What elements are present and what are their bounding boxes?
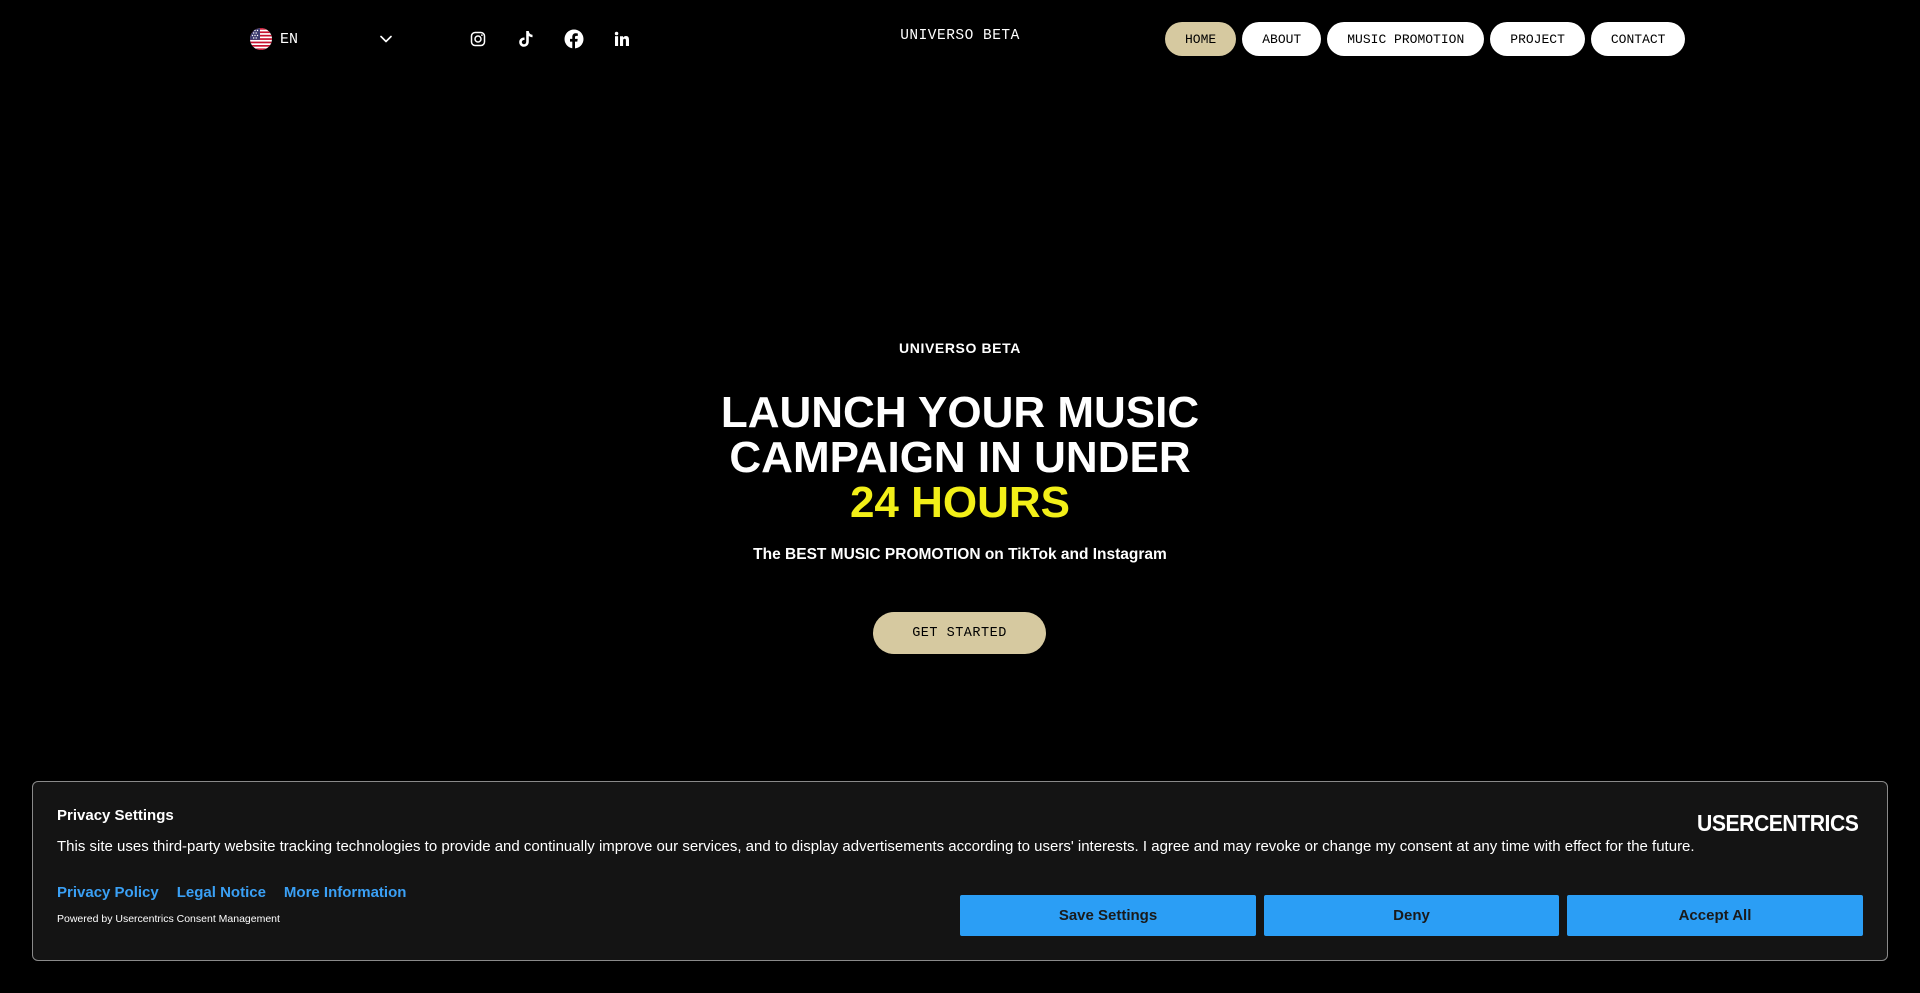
headline-line-1: LAUNCH YOUR MUSIC: [720, 388, 1200, 437]
usercentrics-logo: USERCENTRICS: [1691, 808, 1867, 838]
get-started-button[interactable]: GET STARTED: [873, 612, 1046, 654]
brand-name[interactable]: UNIVERSO BETA: [860, 28, 1060, 44]
headline-highlight: 24 HOURS: [849, 478, 1071, 527]
powered-by-text: Powered by Usercentrics Consent Manageme…: [57, 913, 280, 925]
chevron-down-icon: [378, 31, 394, 47]
nav-music-promotion[interactable]: MUSIC PROMOTION: [1327, 22, 1485, 56]
subline-bold: BEST MUSIC PROMOTION: [785, 546, 981, 563]
more-information-link[interactable]: More Information: [284, 884, 407, 901]
facebook-icon[interactable]: [562, 27, 586, 51]
nav-about[interactable]: ABOUT: [1242, 22, 1322, 56]
privacy-policy-link[interactable]: Privacy Policy: [57, 884, 159, 901]
main-nav: HOME ABOUT MUSIC PROMOTION PROJECT CONTA…: [1165, 22, 1686, 56]
social-links: [466, 27, 634, 51]
consent-text: This site uses third-party website track…: [57, 838, 1695, 855]
language-selector[interactable]: EN: [250, 27, 395, 51]
instagram-icon[interactable]: [466, 27, 490, 51]
hero-eyebrow: UNIVERSO BETA: [899, 340, 1021, 356]
hero-subline: The BEST MUSIC PROMOTION on TikTok and I…: [0, 546, 1920, 564]
language-code: EN: [280, 30, 299, 48]
deny-button[interactable]: Deny: [1264, 895, 1559, 936]
hero-headline: LAUNCH YOUR MUSIC CAMPAIGN IN UNDER 24 H…: [0, 390, 1920, 525]
consent-links: Privacy Policy Legal Notice More Informa…: [57, 884, 406, 901]
consent-title: Privacy Settings: [57, 807, 174, 824]
site-header: EN UNIVERSO BETA HOME ABOUT MUSIC PROMOT…: [0, 0, 1920, 78]
nav-project[interactable]: PROJECT: [1490, 22, 1585, 56]
subline-suffix: on TikTok and Instagram: [980, 546, 1167, 563]
subline-prefix: The: [753, 546, 786, 563]
legal-notice-link[interactable]: Legal Notice: [177, 884, 266, 901]
accept-all-button[interactable]: Accept All: [1567, 895, 1863, 936]
tiktok-icon[interactable]: [514, 27, 538, 51]
privacy-consent-banner: Privacy Settings This site uses third-pa…: [32, 781, 1888, 961]
nav-home[interactable]: HOME: [1165, 22, 1237, 56]
us-flag-icon: [250, 28, 272, 50]
nav-contact[interactable]: CONTACT: [1590, 22, 1686, 56]
save-settings-button[interactable]: Save Settings: [960, 895, 1256, 936]
usercentrics-wordmark: USERCENTRICS: [1697, 809, 1859, 836]
linkedin-icon[interactable]: [610, 27, 634, 51]
headline-line-2: CAMPAIGN IN UNDER: [729, 433, 1191, 482]
